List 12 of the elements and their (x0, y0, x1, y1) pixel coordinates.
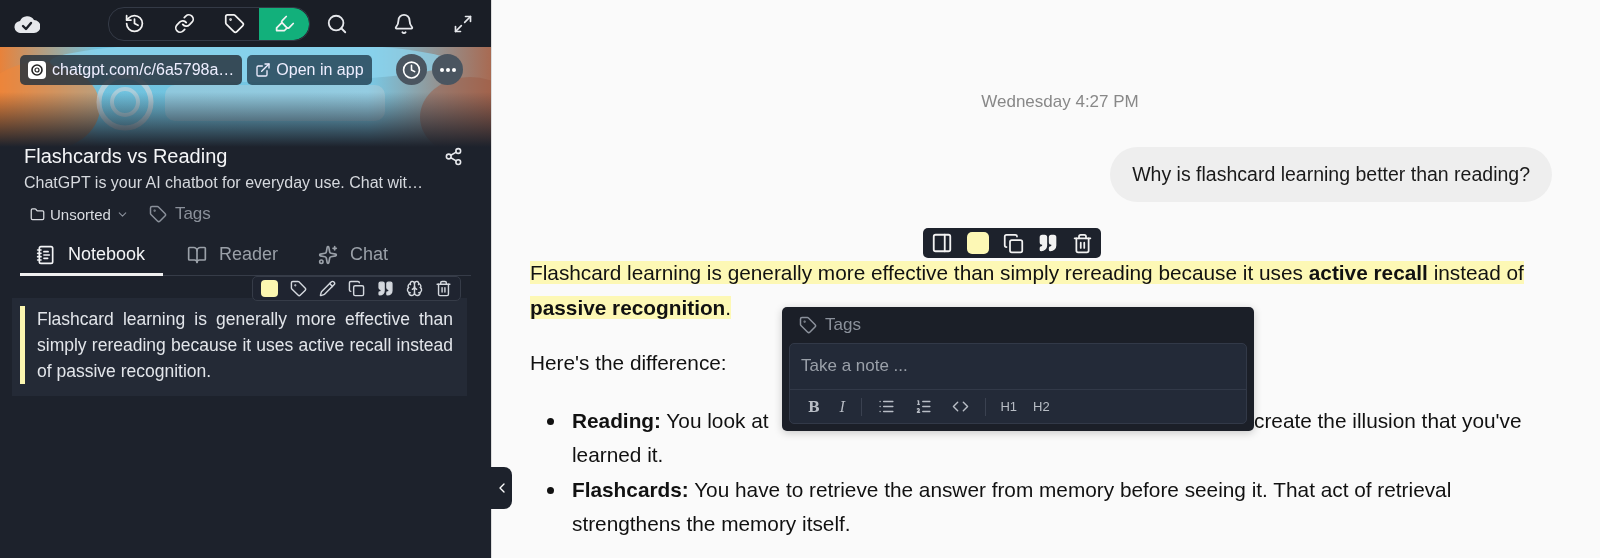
answer-text: Here's the difference: (530, 350, 727, 376)
page-description: ChatGPT is your AI chatbot for everyday use. Chat wit… (24, 174, 424, 192)
bullet-text: Reading: You look at (572, 407, 769, 434)
bullet-text: Flashcards: You have to retrieve the answer from memory before seeing it. That act of retrieval (572, 476, 1452, 503)
bullet-text: strengthens the memory itself. (572, 511, 851, 537)
user-message: Why is flashcard learning better than reading? (1110, 147, 1552, 202)
bullet-text: learned it. (572, 442, 664, 468)
message-timestamp: Wednesday 4:27 PM (980, 92, 1140, 112)
bullet-text: create the illusion that you've (1254, 407, 1522, 434)
url-text: chatgpt.com/c/6a5798a… (52, 60, 235, 79)
page-title: Flashcards vs Reading (24, 145, 228, 168)
highlight-text: Flashcard learning is generally more effective than simply rereading because it uses active recall instead of passive recognition. (37, 308, 453, 383)
